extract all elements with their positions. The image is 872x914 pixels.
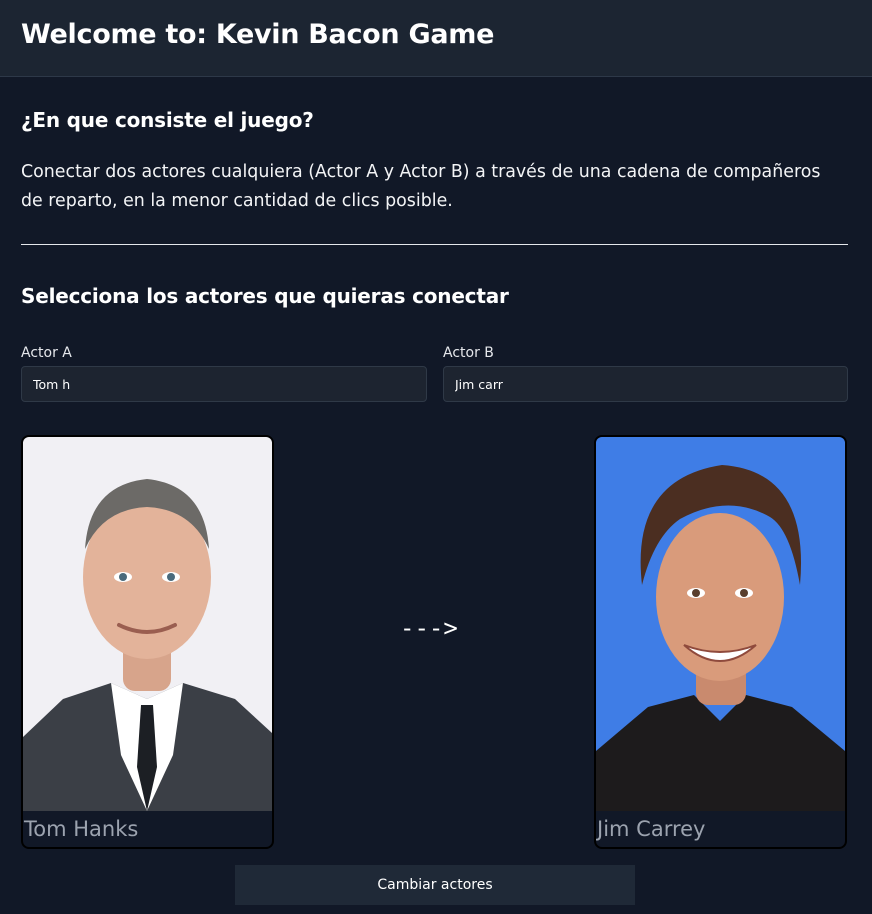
actor-b-photo-icon	[596, 437, 845, 811]
about-heading: ¿En que consiste el juego?	[21, 108, 314, 132]
actor-a-card[interactable]: Tom Hanks	[21, 435, 274, 849]
game-description: Conectar dos actores cualquiera (Actor A…	[21, 162, 821, 211]
actor-b-name: Jim Carrey	[597, 817, 706, 841]
app-title: Welcome to: Kevin Bacon Game	[21, 19, 495, 50]
change-actors-button[interactable]: Cambiar actores	[235, 865, 635, 905]
actor-b-input[interactable]	[443, 366, 848, 402]
actor-b-photo	[596, 437, 845, 811]
actor-a-label: Actor A	[21, 345, 72, 361]
select-actors-heading: Selecciona los actores que quieras conec…	[21, 284, 509, 308]
section-divider	[21, 244, 848, 245]
actor-a-name: Tom Hanks	[24, 817, 139, 841]
actor-b-label: Actor B	[443, 345, 494, 361]
app-header: Welcome to: Kevin Bacon Game	[0, 0, 872, 77]
actor-a-photo	[23, 437, 272, 811]
connection-arrow: --->	[400, 614, 458, 642]
actor-b-card[interactable]: Jim Carrey	[594, 435, 847, 849]
actor-a-input[interactable]	[21, 366, 427, 402]
actor-a-photo-icon	[23, 437, 272, 811]
